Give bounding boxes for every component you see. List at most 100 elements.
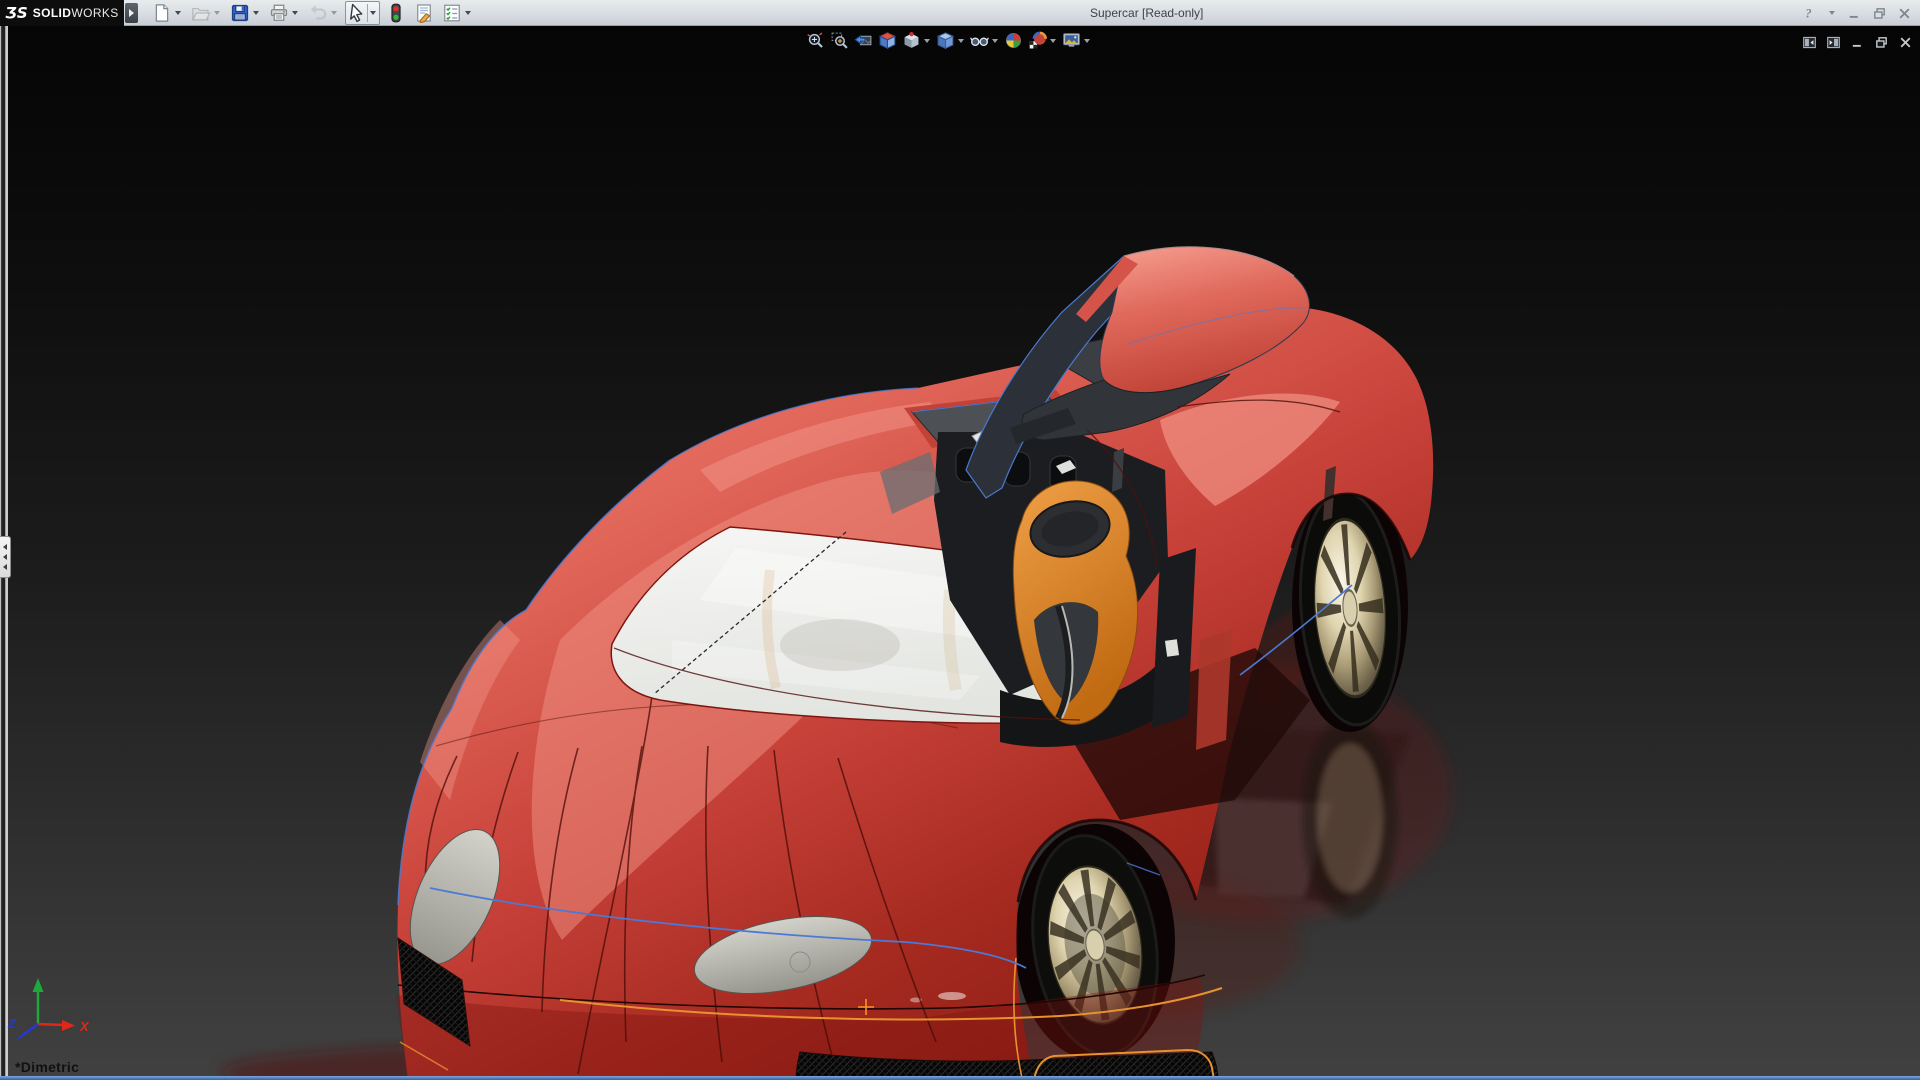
title-bar: ƷS SOLIDWORKS Supercar [Read-only] ?: [0, 0, 1920, 26]
new-document-icon: [152, 3, 172, 23]
file-properties-icon: [414, 3, 434, 23]
hide-show-items-icon: [970, 31, 989, 50]
help-dropdown-caret[interactable]: [1826, 4, 1837, 22]
window-controls: ?: [1801, 0, 1912, 26]
options-button[interactable]: [442, 3, 462, 23]
view-settings-dropdown-caret[interactable]: [1082, 33, 1091, 49]
save-dropdown-caret[interactable]: [250, 4, 261, 22]
view-settings-button[interactable]: [1062, 31, 1081, 50]
doc-restore-button[interactable]: [1874, 35, 1889, 50]
zoom-to-fit-button[interactable]: [806, 31, 825, 50]
help-button[interactable]: ?: [1801, 6, 1816, 21]
display-style-dropdown-caret[interactable]: [956, 33, 965, 49]
options-group: [440, 1, 475, 25]
open-button: [191, 3, 211, 23]
zoom-to-fit-icon: [806, 31, 825, 50]
doc-close-icon: [1898, 35, 1913, 50]
zoom-to-area-button[interactable]: [830, 31, 849, 50]
window-title: Supercar [Read-only]: [1090, 0, 1203, 26]
taskbar-edge: [0, 1076, 1920, 1080]
print-icon: [269, 3, 289, 23]
section-view-button[interactable]: [878, 31, 897, 50]
file-properties-group: [412, 1, 436, 25]
pane-expand-button[interactable]: [1826, 35, 1841, 50]
section-view-icon: [878, 31, 897, 50]
chevron-left-icon: [3, 564, 7, 570]
restore-button[interactable]: [1872, 6, 1887, 21]
chevron-down-icon: [370, 11, 376, 15]
select-dropdown-caret[interactable]: [367, 4, 378, 22]
doc-restore-icon: [1874, 35, 1889, 50]
chevron-down-icon: [924, 39, 930, 43]
options-dropdown-caret[interactable]: [462, 4, 473, 22]
restore-icon: [1872, 6, 1887, 21]
chevron-down-icon: [992, 39, 998, 43]
menu-expand-button[interactable]: [125, 3, 138, 23]
print-button[interactable]: [269, 3, 289, 23]
chevron-down-icon: [292, 11, 298, 15]
view-orientation-label: *Dimetric: [15, 1059, 79, 1075]
view-orientation-dropdown-caret[interactable]: [922, 33, 931, 49]
previous-view-icon: [854, 31, 873, 50]
headsup-view-toolbar: [806, 31, 1091, 50]
display-style-icon: [936, 31, 955, 50]
new-document-dropdown-caret[interactable]: [172, 4, 183, 22]
display-style-button[interactable]: [936, 31, 955, 50]
display-style-group: [936, 31, 965, 50]
solidworks-logo-icon: ƷS: [5, 4, 27, 22]
select-group: [345, 1, 380, 25]
car-model-supercar[interactable]: [0, 0, 1920, 1080]
view-settings-group: [1062, 31, 1091, 50]
new-document-button[interactable]: [152, 3, 172, 23]
open-dropdown-caret: [211, 4, 222, 22]
undo-icon: [308, 3, 328, 23]
edit-appearance-group: [1004, 31, 1023, 50]
solidworks-logo: ƷS SOLIDWORKS: [0, 0, 124, 26]
minimize-button[interactable]: [1847, 6, 1862, 21]
svg-text:?: ?: [1805, 6, 1811, 20]
save-icon: [230, 3, 250, 23]
new-document-group: [150, 1, 185, 25]
apply-scene-button[interactable]: [1028, 31, 1047, 50]
options-icon: [442, 3, 462, 23]
previous-view-button[interactable]: [854, 31, 873, 50]
select-button[interactable]: [347, 3, 367, 23]
hide-show-items-button[interactable]: [970, 31, 989, 50]
x-axis-label: X: [79, 1019, 90, 1034]
edit-appearance-button[interactable]: [1004, 31, 1023, 50]
chevron-down-icon: [958, 39, 964, 43]
close-button[interactable]: [1897, 6, 1912, 21]
undo-dropdown-caret: [328, 4, 339, 22]
doc-minimize-button[interactable]: [1850, 35, 1865, 50]
coordinate-triad: X Z: [6, 966, 98, 1054]
pane-collapse-icon: [1802, 35, 1817, 50]
chevron-left-icon: [3, 554, 7, 560]
chevron-down-icon: [331, 11, 337, 15]
x-axis-arrow: [62, 1020, 75, 1031]
rebuild-group: [384, 1, 408, 25]
zoom-to-area-group: [830, 31, 849, 50]
view-orientation-button[interactable]: [902, 31, 921, 50]
feature-manager-collapsed-tab[interactable]: [0, 536, 11, 578]
save-button[interactable]: [230, 3, 250, 23]
zoom-to-fit-group: [806, 31, 825, 50]
hide-show-items-group: [970, 31, 999, 50]
previous-view-group: [854, 31, 873, 50]
apply-scene-dropdown-caret[interactable]: [1048, 33, 1057, 49]
chevron-down-icon: [1829, 11, 1835, 15]
print-group: [267, 1, 302, 25]
hide-show-items-dropdown-caret[interactable]: [990, 33, 999, 49]
zoom-to-area-icon: [830, 31, 849, 50]
apply-scene-group: [1028, 31, 1057, 50]
pane-collapse-button[interactable]: [1802, 35, 1817, 50]
save-group: [228, 1, 263, 25]
pane-expand-icon: [1826, 35, 1841, 50]
section-view-group: [878, 31, 897, 50]
rebuild-button[interactable]: [386, 3, 406, 23]
print-dropdown-caret[interactable]: [289, 4, 300, 22]
chevron-down-icon: [214, 11, 220, 15]
doc-close-button[interactable]: [1898, 35, 1913, 50]
file-properties-button[interactable]: [414, 3, 434, 23]
doc-minimize-icon: [1850, 35, 1865, 50]
chevron-down-icon: [175, 11, 181, 15]
